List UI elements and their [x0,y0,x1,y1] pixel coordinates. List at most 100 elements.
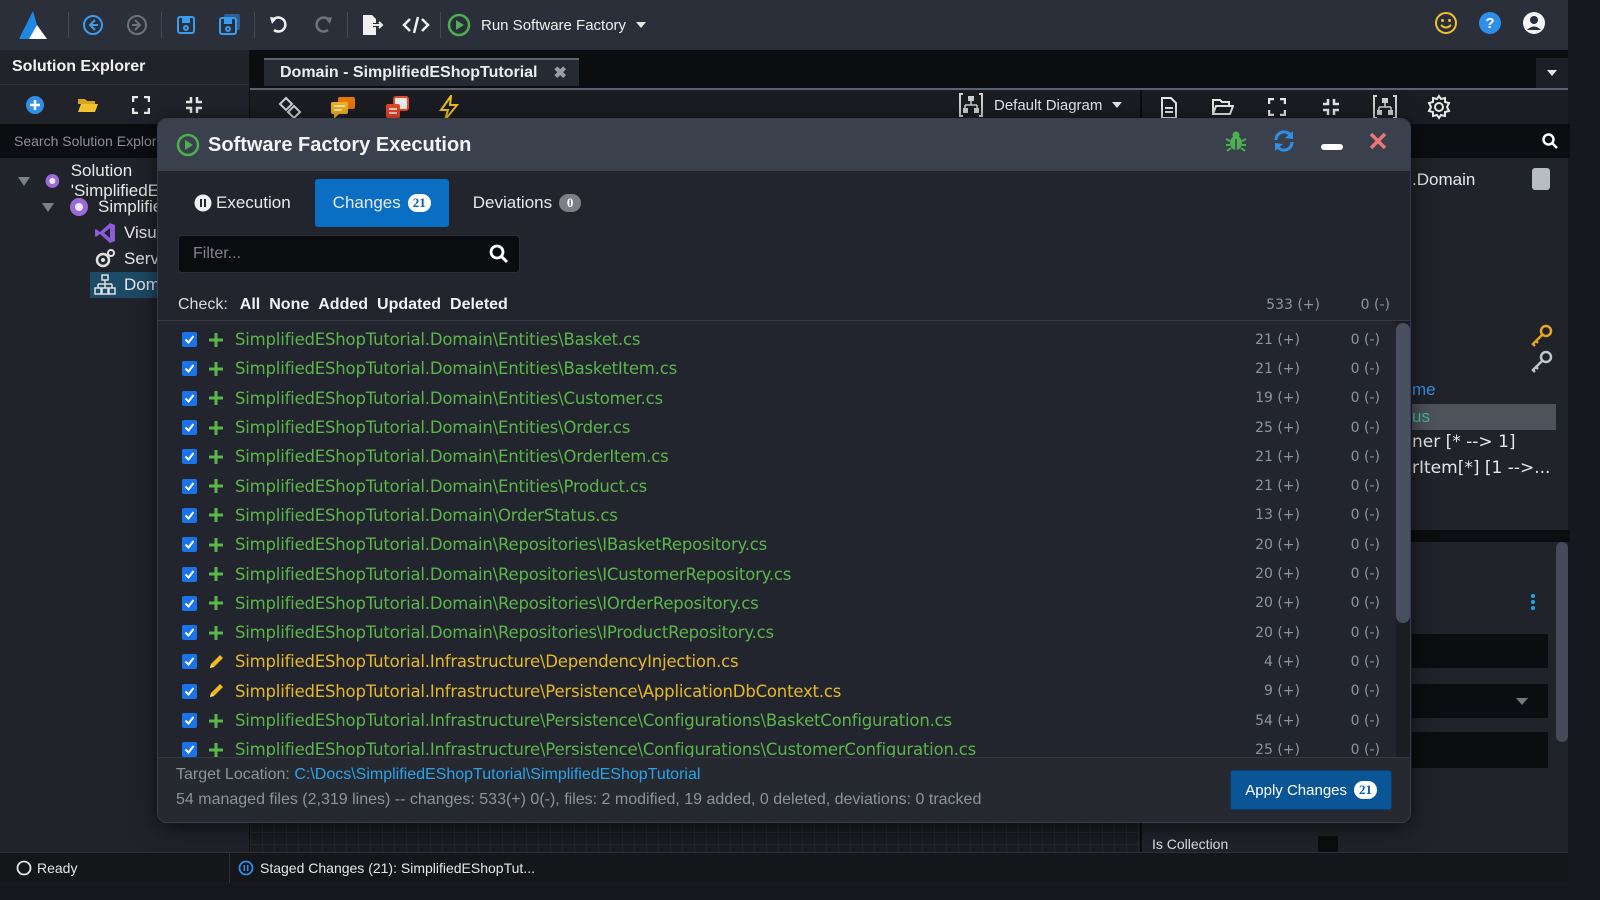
file-change-row[interactable]: SimplifiedEShopTutorial.Domain\OrderStat… [158,501,1396,530]
file-path[interactable]: SimplifiedEShopTutorial.Domain\Repositor… [235,594,759,613]
file-checkbox[interactable] [182,713,197,728]
file-checkbox[interactable] [182,683,197,699]
export-button[interactable] [350,0,394,50]
tab-overflow-button[interactable] [1536,58,1568,88]
close-tab-icon[interactable]: ✖ [553,63,566,83]
file-checkbox[interactable] [182,361,197,377]
file-change-row[interactable]: SimplifiedEShopTutorial.Infrastructure\D… [158,647,1396,676]
refresh-button[interactable] [1272,129,1296,158]
tab-execution[interactable]: Execution [176,179,309,227]
file-change-row[interactable]: SimplifiedEShopTutorial.Domain\Repositor… [158,530,1396,559]
file-path[interactable]: SimplifiedEShopTutorial.Domain\Repositor… [235,565,791,584]
file-path[interactable]: SimplifiedEShopTutorial.Domain\Repositor… [235,535,767,554]
add-button[interactable] [8,95,61,115]
close-button[interactable] [1368,131,1388,156]
is-collection-checkbox[interactable] [1318,836,1338,852]
file-checkbox[interactable] [182,507,197,523]
file-checkbox[interactable] [182,390,197,406]
property-input[interactable] [1412,634,1548,668]
file-checkbox[interactable] [182,566,197,582]
file-path[interactable]: SimplifiedEShopTutorial.Infrastructure\P… [235,711,952,730]
association-item[interactable]: rItem[*] [1 -->... [1412,458,1550,478]
check-deleted-link[interactable]: Deleted [450,296,508,314]
target-location-path-link[interactable]: C:\Docs\SimplifiedEShopTutorial\Simplifi… [294,766,700,783]
property-select[interactable] [1412,684,1548,718]
save-button[interactable] [164,0,208,50]
debug-button[interactable] [1224,129,1248,158]
file-path[interactable]: SimplifiedEShopTutorial.Domain\Entities\… [235,477,647,496]
file-change-row[interactable]: SimplifiedEShopTutorial.Domain\Entities\… [158,442,1396,471]
file-path[interactable]: SimplifiedEShopTutorial.Domain\Entities\… [235,359,677,378]
feedback-button[interactable] [1434,11,1458,40]
file-change-row[interactable]: SimplifiedEShopTutorial.Domain\Repositor… [158,589,1396,618]
file-checkbox[interactable] [182,420,197,436]
filter-input[interactable] [179,245,489,263]
expand-toggle-icon[interactable] [18,176,30,186]
property-input[interactable] [1412,732,1548,768]
check-none-link[interactable]: None [269,296,309,314]
file-checkbox[interactable] [182,742,197,757]
file-change-row[interactable]: SimplifiedEShopTutorial.Domain\Entities\… [158,354,1396,383]
association-item[interactable]: ner [* --> 1] [1412,432,1516,452]
diagram-selector[interactable]: Default Diagram [958,92,1123,118]
save-all-button[interactable] [208,0,252,50]
apply-changes-button[interactable]: Apply Changes 21 [1230,770,1392,810]
file-path[interactable]: SimplifiedEShopTutorial.Infrastructure\D… [235,652,739,671]
file-path[interactable]: SimplifiedEShopTutorial.Domain\Entities\… [235,447,669,466]
minimize-button[interactable] [1320,129,1344,158]
tab-domain-diagram[interactable]: Domain - SimplifiedEShopTutorial ✖ [264,58,579,86]
code-button[interactable] [394,0,438,50]
forward-button[interactable] [115,0,159,50]
file-change-row[interactable]: SimplifiedEShopTutorial.Domain\Entities\… [158,471,1396,500]
open-folder-button[interactable] [61,96,114,114]
redo-button[interactable] [301,0,345,50]
staged-changes-status[interactable]: Staged Changes (21): SimplifiedEShopTut.… [230,860,535,876]
tab-deviations[interactable]: Deviations 0 [455,179,599,227]
settings-button[interactable] [1426,94,1452,125]
file-checkbox[interactable] [182,595,197,611]
expand-button[interactable] [114,95,167,114]
chevron-down-icon[interactable] [636,22,647,28]
file-path[interactable]: SimplifiedEShopTutorial.Infrastructure\P… [235,682,841,701]
tab-changes[interactable]: Changes 21 [314,179,449,227]
file-change-row[interactable]: SimplifiedEShopTutorial.Domain\Repositor… [158,618,1396,647]
file-list-scrollbar[interactable] [1396,321,1410,757]
panel-scrollbar[interactable] [1556,542,1568,742]
file-checkbox[interactable] [182,478,197,494]
undo-button[interactable] [257,0,301,50]
run-software-factory-button[interactable]: Run Software Factory [443,0,654,50]
file-change-row[interactable]: SimplifiedEShopTutorial.Domain\Repositor… [158,559,1396,588]
file-path[interactable]: SimplifiedEShopTutorial.Domain\Entities\… [235,330,640,349]
file-change-row[interactable]: SimplifiedEShopTutorial.Domain\Entities\… [158,384,1396,413]
file-path[interactable]: SimplifiedEShopTutorial.Domain\Entities\… [235,389,663,408]
file-change-row[interactable]: SimplifiedEShopTutorial.Domain\Entities\… [158,325,1396,354]
collapse-icon [185,96,202,113]
scrollbar-thumb[interactable] [1396,323,1410,623]
file-checkbox[interactable] [182,654,197,670]
file-change-row[interactable]: SimplifiedEShopTutorial.Domain\Entities\… [158,413,1396,442]
check-updated-link[interactable]: Updated [377,296,441,314]
file-checkbox[interactable] [182,625,197,641]
filter-field[interactable] [178,235,520,273]
file-checkbox[interactable] [182,332,197,348]
attribute-item-selected[interactable]: us [1412,404,1556,430]
account-button[interactable] [1522,11,1546,40]
expand-toggle-icon[interactable] [42,202,54,212]
file-path[interactable]: SimplifiedEShopTutorial.Infrastructure\P… [235,740,976,757]
file-path[interactable]: SimplifiedEShopTutorial.Domain\Repositor… [235,623,774,642]
file-change-row[interactable]: SimplifiedEShopTutorial.Infrastructure\P… [158,677,1396,706]
file-change-row[interactable]: SimplifiedEShopTutorial.Infrastructure\P… [158,706,1396,735]
more-options-icon[interactable] [1530,594,1536,610]
staged-changes-text: Staged Changes (21): SimplifiedEShopTut.… [260,859,535,876]
file-path[interactable]: SimplifiedEShopTutorial.Domain\Entities\… [235,418,630,437]
check-all-link[interactable]: All [240,296,260,314]
back-button[interactable] [71,0,115,50]
attribute-item[interactable]: me [1412,380,1436,400]
file-change-row[interactable]: SimplifiedEShopTutorial.Infrastructure\P… [158,735,1396,757]
file-checkbox[interactable] [182,449,197,465]
help-button[interactable]: ? [1478,11,1502,40]
check-added-link[interactable]: Added [318,296,368,314]
collapse-button[interactable] [167,96,220,114]
file-path[interactable]: SimplifiedEShopTutorial.Domain\OrderStat… [235,506,618,525]
file-checkbox[interactable] [182,537,197,553]
